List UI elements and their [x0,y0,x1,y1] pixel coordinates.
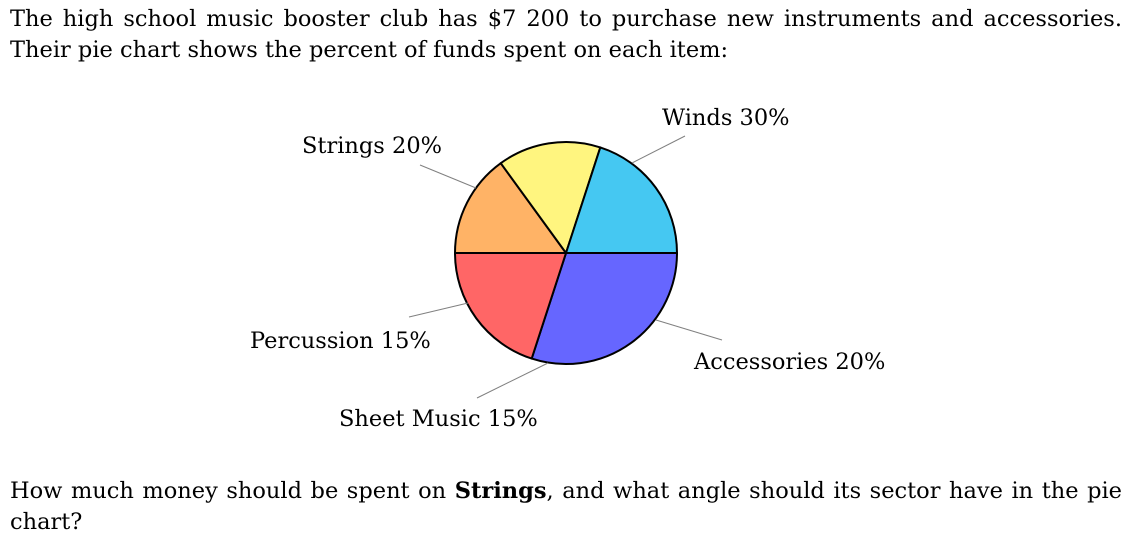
slice-label-strings: Strings 20% [302,133,442,159]
leader-line-strings [419,164,477,189]
leader-line-sheet-music [476,362,549,399]
slice-label-percussion: Percussion 15% [250,328,431,354]
pie-chart: Winds 30% Accessories 20% Sheet Music 15… [250,105,885,432]
slice-label-accessories: Accessories 20% [693,349,885,375]
slice-group [454,141,678,366]
question-text-start: How much money should be spent on [10,478,455,504]
slice-label-sheet-music: Sheet Music 15% [339,406,538,432]
problem-question: How much money should be spent on String… [10,476,1122,538]
leader-line-percussion [408,302,469,318]
question-emphasis-strings: Strings [454,478,547,504]
leader-line-accessories [655,319,723,341]
slice-label-winds: Winds 30% [662,105,790,131]
leader-line-winds [631,135,686,164]
